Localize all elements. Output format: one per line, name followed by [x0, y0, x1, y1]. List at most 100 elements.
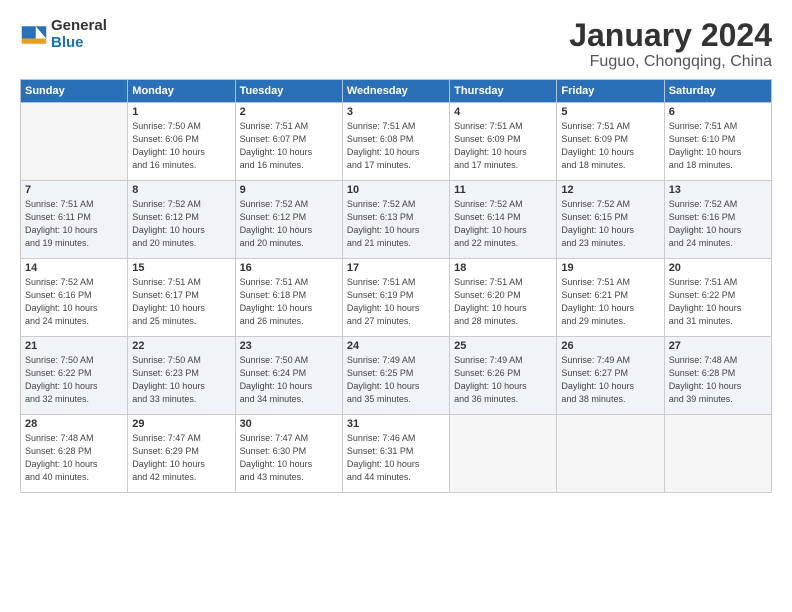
- day-number: 7: [25, 184, 123, 196]
- title-area: January 2024 Fuguo, Chongqing, China: [569, 18, 772, 71]
- day-info: Sunrise: 7:47 AM Sunset: 6:29 PM Dayligh…: [132, 432, 230, 484]
- day-number: 23: [240, 340, 338, 352]
- table-row: [450, 415, 557, 493]
- calendar-week-3: 14 Sunrise: 7:52 AM Sunset: 6:16 PM Dayli…: [21, 259, 772, 337]
- day-number: 16: [240, 262, 338, 274]
- table-row: 6Sunrise: 7:51 AM Sunset: 6:10 PM Daylig…: [664, 103, 771, 181]
- day-number: 28: [25, 418, 123, 430]
- day-info: Sunrise: 7:52 AM Sunset: 6:16 PM Dayligh…: [25, 276, 123, 328]
- day-info: Sunrise: 7:51 AM Sunset: 6:11 PM Dayligh…: [25, 198, 123, 250]
- day-number: 3: [347, 106, 445, 118]
- day-info: Sunrise: 7:51 AM Sunset: 6:22 PM Dayligh…: [669, 276, 767, 328]
- table-row: [664, 415, 771, 493]
- day-number: 10: [347, 184, 445, 196]
- table-row: 7 Sunrise: 7:51 AM Sunset: 6:11 PM Daylig…: [21, 181, 128, 259]
- day-number: 14: [25, 262, 123, 274]
- day-info: Sunrise: 7:52 AM Sunset: 6:12 PM Dayligh…: [240, 198, 338, 250]
- day-info: Sunrise: 7:52 AM Sunset: 6:15 PM Dayligh…: [561, 198, 659, 250]
- day-info: Sunrise: 7:51 AM Sunset: 6:17 PM Dayligh…: [132, 276, 230, 328]
- day-number: 8: [132, 184, 230, 196]
- calendar-table: Sunday Monday Tuesday Wednesday Thursday…: [20, 79, 772, 493]
- table-row: 10 Sunrise: 7:52 AM Sunset: 6:13 PM Dayli…: [342, 181, 449, 259]
- table-row: 15 Sunrise: 7:51 AM Sunset: 6:17 PM Dayli…: [128, 259, 235, 337]
- day-number: 4: [454, 106, 552, 118]
- day-info: Sunrise: 7:50 AM Sunset: 6:24 PM Dayligh…: [240, 354, 338, 406]
- day-info: Sunrise: 7:51 AM Sunset: 6:08 PM Dayligh…: [347, 120, 445, 172]
- day-number: 15: [132, 262, 230, 274]
- table-row: 25 Sunrise: 7:49 AM Sunset: 6:26 PM Dayli…: [450, 337, 557, 415]
- day-number: 29: [132, 418, 230, 430]
- day-number: 21: [25, 340, 123, 352]
- day-number: 11: [454, 184, 552, 196]
- table-row: 28 Sunrise: 7:48 AM Sunset: 6:28 PM Dayli…: [21, 415, 128, 493]
- day-info: Sunrise: 7:51 AM Sunset: 6:21 PM Dayligh…: [561, 276, 659, 328]
- table-row: 23 Sunrise: 7:50 AM Sunset: 6:24 PM Dayli…: [235, 337, 342, 415]
- day-info: Sunrise: 7:52 AM Sunset: 6:14 PM Dayligh…: [454, 198, 552, 250]
- day-number: 27: [669, 340, 767, 352]
- table-row: 27Sunrise: 7:48 AM Sunset: 6:28 PM Dayli…: [664, 337, 771, 415]
- table-row: 24Sunrise: 7:49 AM Sunset: 6:25 PM Dayli…: [342, 337, 449, 415]
- logo-icon: [20, 21, 48, 49]
- table-row: [21, 103, 128, 181]
- header-sunday: Sunday: [21, 80, 128, 103]
- logo: General Blue: [20, 18, 107, 51]
- day-number: 20: [669, 262, 767, 274]
- day-number: 31: [347, 418, 445, 430]
- day-info: Sunrise: 7:49 AM Sunset: 6:26 PM Dayligh…: [454, 354, 552, 406]
- day-number: 22: [132, 340, 230, 352]
- header-area: General Blue January 2024 Fuguo, Chongqi…: [20, 18, 772, 71]
- table-row: 3 Sunrise: 7:51 AM Sunset: 6:08 PM Daylig…: [342, 103, 449, 181]
- day-info: Sunrise: 7:48 AM Sunset: 6:28 PM Dayligh…: [25, 432, 123, 484]
- calendar-subtitle: Fuguo, Chongqing, China: [569, 53, 772, 71]
- day-info: Sunrise: 7:51 AM Sunset: 6:10 PM Dayligh…: [669, 120, 767, 172]
- table-row: 9Sunrise: 7:52 AM Sunset: 6:12 PM Daylig…: [235, 181, 342, 259]
- table-row: 18 Sunrise: 7:51 AM Sunset: 6:20 PM Dayli…: [450, 259, 557, 337]
- day-info: Sunrise: 7:46 AM Sunset: 6:31 PM Dayligh…: [347, 432, 445, 484]
- day-info: Sunrise: 7:50 AM Sunset: 6:06 PM Dayligh…: [132, 120, 230, 172]
- day-number: 18: [454, 262, 552, 274]
- table-row: 30 Sunrise: 7:47 AM Sunset: 6:30 PM Dayli…: [235, 415, 342, 493]
- day-info: Sunrise: 7:51 AM Sunset: 6:09 PM Dayligh…: [454, 120, 552, 172]
- day-number: 30: [240, 418, 338, 430]
- table-row: 22Sunrise: 7:50 AM Sunset: 6:23 PM Dayli…: [128, 337, 235, 415]
- table-row: 2 Sunrise: 7:51 AM Sunset: 6:07 PM Daylig…: [235, 103, 342, 181]
- table-row: 21 Sunrise: 7:50 AM Sunset: 6:22 PM Dayli…: [21, 337, 128, 415]
- day-number: 26: [561, 340, 659, 352]
- day-info: Sunrise: 7:52 AM Sunset: 6:13 PM Dayligh…: [347, 198, 445, 250]
- table-row: 16 Sunrise: 7:51 AM Sunset: 6:18 PM Dayli…: [235, 259, 342, 337]
- header-saturday: Saturday: [664, 80, 771, 103]
- table-row: 1Sunrise: 7:50 AM Sunset: 6:06 PM Daylig…: [128, 103, 235, 181]
- day-info: Sunrise: 7:51 AM Sunset: 6:19 PM Dayligh…: [347, 276, 445, 328]
- calendar-page: General Blue January 2024 Fuguo, Chongqi…: [0, 0, 792, 612]
- header-wednesday: Wednesday: [342, 80, 449, 103]
- day-number: 19: [561, 262, 659, 274]
- day-info: Sunrise: 7:51 AM Sunset: 6:18 PM Dayligh…: [240, 276, 338, 328]
- day-number: 2: [240, 106, 338, 118]
- day-info: Sunrise: 7:49 AM Sunset: 6:25 PM Dayligh…: [347, 354, 445, 406]
- day-info: Sunrise: 7:51 AM Sunset: 6:07 PM Dayligh…: [240, 120, 338, 172]
- day-number: 17: [347, 262, 445, 274]
- table-row: 31 Sunrise: 7:46 AM Sunset: 6:31 PM Dayli…: [342, 415, 449, 493]
- logo-text-general: General: [51, 18, 107, 35]
- table-row: 8Sunrise: 7:52 AM Sunset: 6:12 PM Daylig…: [128, 181, 235, 259]
- day-number: 13: [669, 184, 767, 196]
- day-info: Sunrise: 7:51 AM Sunset: 6:20 PM Dayligh…: [454, 276, 552, 328]
- day-info: Sunrise: 7:47 AM Sunset: 6:30 PM Dayligh…: [240, 432, 338, 484]
- table-row: 26 Sunrise: 7:49 AM Sunset: 6:27 PM Dayli…: [557, 337, 664, 415]
- header-tuesday: Tuesday: [235, 80, 342, 103]
- table-row: 5Sunrise: 7:51 AM Sunset: 6:09 PM Daylig…: [557, 103, 664, 181]
- table-row: 20 Sunrise: 7:51 AM Sunset: 6:22 PM Dayli…: [664, 259, 771, 337]
- day-info: Sunrise: 7:50 AM Sunset: 6:22 PM Dayligh…: [25, 354, 123, 406]
- table-row: 11 Sunrise: 7:52 AM Sunset: 6:14 PM Dayli…: [450, 181, 557, 259]
- calendar-header-row: Sunday Monday Tuesday Wednesday Thursday…: [21, 80, 772, 103]
- day-info: Sunrise: 7:49 AM Sunset: 6:27 PM Dayligh…: [561, 354, 659, 406]
- table-row: 19 Sunrise: 7:51 AM Sunset: 6:21 PM Dayli…: [557, 259, 664, 337]
- day-number: 5: [561, 106, 659, 118]
- day-number: 12: [561, 184, 659, 196]
- table-row: 4 Sunrise: 7:51 AM Sunset: 6:09 PM Daylig…: [450, 103, 557, 181]
- calendar-week-4: 21 Sunrise: 7:50 AM Sunset: 6:22 PM Dayli…: [21, 337, 772, 415]
- table-row: [557, 415, 664, 493]
- calendar-title: January 2024: [569, 18, 772, 53]
- day-number: 25: [454, 340, 552, 352]
- calendar-week-1: 1Sunrise: 7:50 AM Sunset: 6:06 PM Daylig…: [21, 103, 772, 181]
